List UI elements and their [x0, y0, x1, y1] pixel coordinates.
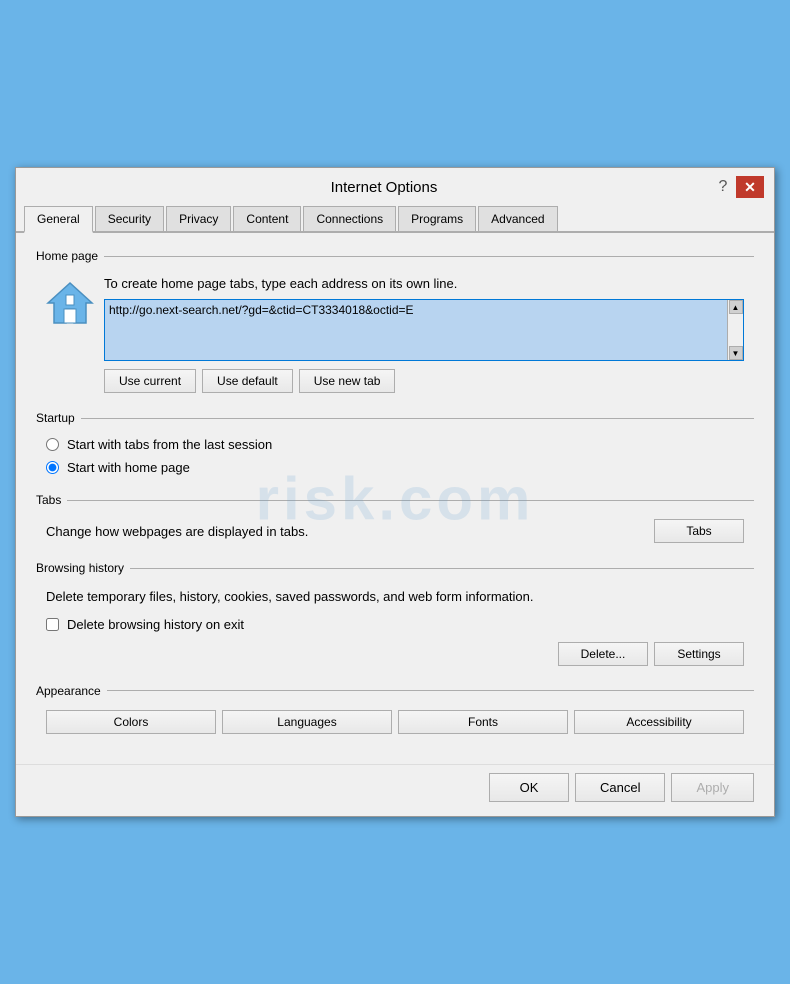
cancel-button[interactable]: Cancel [575, 773, 665, 802]
home-page-url-input[interactable] [105, 300, 743, 360]
delete-button[interactable]: Delete... [558, 642, 648, 666]
startup-radio1[interactable] [46, 438, 59, 451]
home-page-section: Home page To create home page tabs, type… [36, 249, 754, 399]
tab-privacy[interactable]: Privacy [166, 206, 231, 231]
startup-option1[interactable]: Start with tabs from the last session [46, 437, 744, 452]
startup-section: Startup Start with tabs from the last se… [36, 411, 754, 481]
fonts-button[interactable]: Fonts [398, 710, 568, 734]
tab-connections[interactable]: Connections [303, 206, 396, 231]
tab-content[interactable]: Content [233, 206, 301, 231]
scroll-down-arrow[interactable]: ▼ [729, 346, 743, 360]
tabs-section: Tabs Change how webpages are displayed i… [36, 493, 754, 549]
home-page-title: Home page [36, 249, 754, 263]
delete-history-checkbox[interactable] [46, 618, 59, 631]
home-page-right: To create home page tabs, type each addr… [104, 275, 744, 393]
colors-button[interactable]: Colors [46, 710, 216, 734]
home-page-input-wrapper: ▲ ▼ [104, 299, 744, 361]
tabs-section-title: Tabs [36, 493, 754, 507]
ok-button[interactable]: OK [489, 773, 569, 802]
internet-options-dialog: Internet Options ? ✕ General Security Pr… [15, 167, 775, 817]
startup-option2-label: Start with home page [67, 460, 190, 475]
title-bar-controls: ? ✕ [712, 176, 764, 198]
browsing-history-title: Browsing history [36, 561, 754, 575]
startup-option2[interactable]: Start with home page [46, 460, 744, 475]
accessibility-button[interactable]: Accessibility [574, 710, 744, 734]
startup-radio2[interactable] [46, 461, 59, 474]
appearance-section: Appearance Colors Languages Fonts Access… [36, 684, 754, 740]
tab-security[interactable]: Security [95, 206, 164, 231]
dialog-footer: OK Cancel Apply [16, 764, 774, 816]
appearance-buttons: Colors Languages Fonts Accessibility [36, 704, 754, 740]
apply-button[interactable]: Apply [671, 773, 754, 802]
tab-general[interactable]: General [24, 206, 93, 233]
appearance-title: Appearance [36, 684, 754, 698]
use-default-button[interactable]: Use default [202, 369, 293, 393]
home-page-desc: To create home page tabs, type each addr… [104, 275, 744, 293]
tabs-inner: Change how webpages are displayed in tab… [36, 513, 754, 549]
browsing-desc: Delete temporary files, history, cookies… [46, 587, 744, 607]
browsing-inner: Delete temporary files, history, cookies… [36, 581, 754, 672]
languages-button[interactable]: Languages [222, 710, 392, 734]
home-page-buttons: Use current Use default Use new tab [104, 369, 744, 393]
scrollbar-vertical[interactable]: ▲ ▼ [727, 300, 743, 360]
settings-button[interactable]: Settings [654, 642, 744, 666]
dialog-title: Internet Options [56, 179, 712, 196]
startup-option1-label: Start with tabs from the last session [67, 437, 272, 452]
use-new-tab-button[interactable]: Use new tab [299, 369, 396, 393]
delete-history-label: Delete browsing history on exit [67, 617, 244, 632]
tab-advanced[interactable]: Advanced [478, 206, 557, 231]
browsing-history-section: Browsing history Delete temporary files,… [36, 561, 754, 672]
title-bar: Internet Options ? ✕ [16, 168, 774, 202]
home-page-inner: To create home page tabs, type each addr… [36, 269, 754, 399]
tabs-description: Change how webpages are displayed in tab… [46, 524, 308, 539]
close-button[interactable]: ✕ [736, 176, 764, 198]
tab-programs[interactable]: Programs [398, 206, 476, 231]
scroll-up-arrow[interactable]: ▲ [729, 300, 743, 314]
startup-title: Startup [36, 411, 754, 425]
tab-bar: General Security Privacy Content Connect… [16, 206, 774, 233]
delete-history-checkbox-label[interactable]: Delete browsing history on exit [46, 617, 744, 632]
help-button[interactable]: ? [712, 176, 734, 198]
home-icon [46, 279, 94, 327]
browsing-buttons: Delete... Settings [46, 642, 744, 666]
dialog-content: risk.com Home page To create home page t… [16, 233, 774, 764]
tabs-button[interactable]: Tabs [654, 519, 744, 543]
startup-radio-group: Start with tabs from the last session St… [36, 431, 754, 481]
use-current-button[interactable]: Use current [104, 369, 196, 393]
